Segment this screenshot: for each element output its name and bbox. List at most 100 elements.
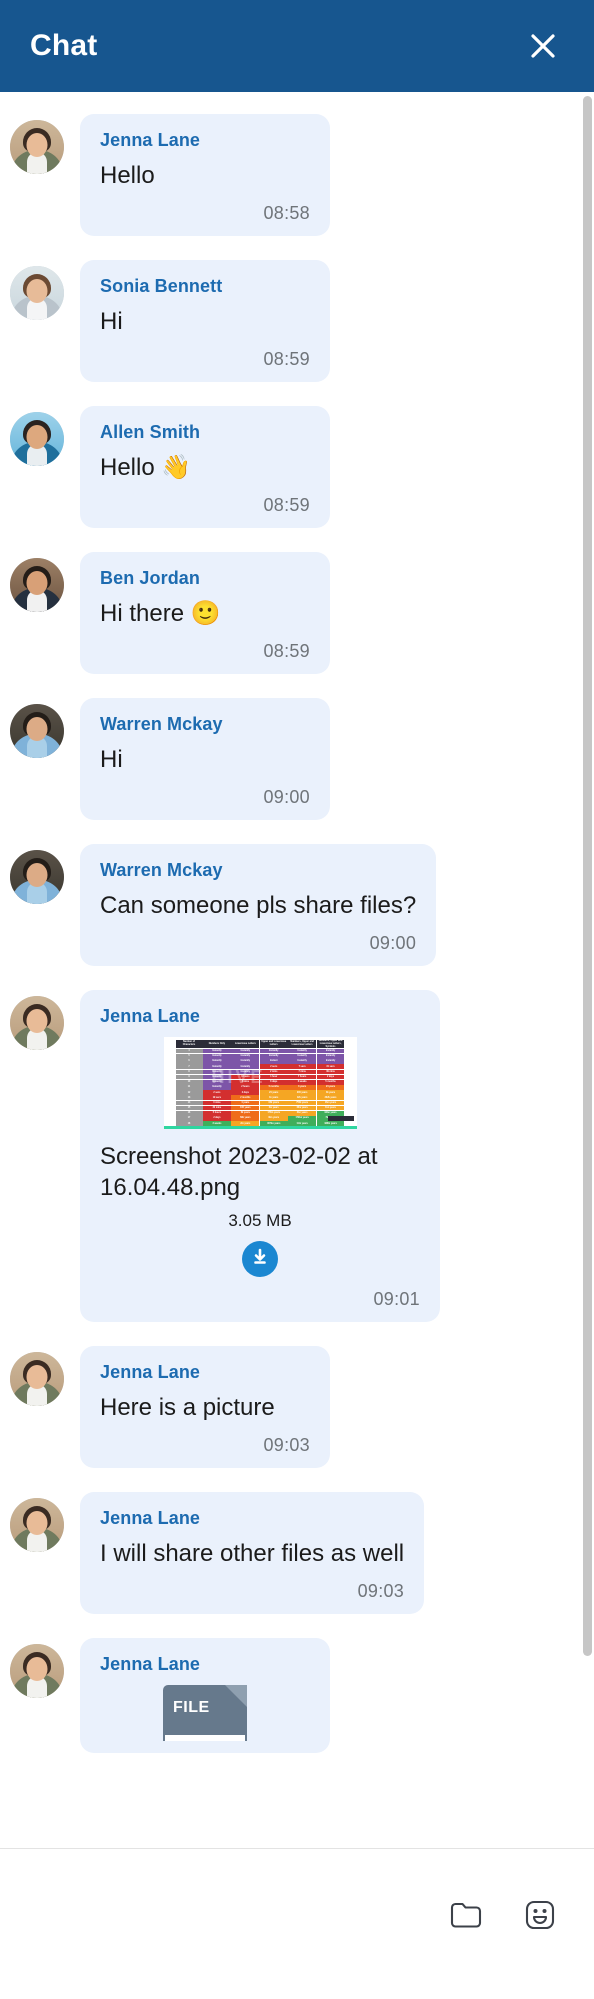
message-row: Warren Mckay Can someone pls share files?… [0,844,594,966]
message-sender: Jenna Lane [100,1362,201,1383]
message-bubble[interactable]: Jenna Lane Number of Characters Numbers O… [80,990,440,1323]
table-cell: 750k years [288,1100,317,1106]
table-cell: 1bn years [316,1105,345,1111]
table-cell: 1k years [259,1095,288,1101]
table-row-number: 11 [175,1085,203,1090]
avatar[interactable] [10,850,64,904]
message-bubble[interactable]: Warren Mckay Hi 09:00 [80,698,330,820]
attach-file-button[interactable] [446,1897,486,1937]
message-bubble[interactable]: Warren Mckay Can someone pls share files?… [80,844,437,966]
message-timestamp: 09:01 [373,1289,420,1310]
message-text: I will share other files as well [100,1540,405,1568]
table-cell: 179bn years [288,1116,317,1121]
message-text: Here is a picture [100,1394,275,1422]
message-bubble[interactable]: Jenna Lane I will share other files as we… [80,1492,425,1615]
scrollbar-track[interactable] [581,92,594,1848]
avatar[interactable] [10,1352,64,1407]
table-header-cell: Numbers, Upper and Lowercase Letters, Sy… [316,1039,345,1049]
avatar[interactable] [10,1644,64,1699]
file-type-label: FILE [173,1699,210,1717]
message-sender: Warren Mckay [100,714,223,734]
message-list-container[interactable]: Jenna Lane Hello 08:58 Sonia Bennett Hi 08:5… [0,92,594,1849]
thumbnail-scrollbar [327,1116,354,1121]
table-cell: 2 hours [231,1085,260,1090]
table-cell: Instantly [231,1064,260,1070]
table-cell: 467bn years [259,1121,288,1126]
table-header-cell: Upper and Lowercase Letters [259,1040,288,1049]
table-cell: 2m years [231,1121,260,1126]
message-sender: Sonia Bennett [100,276,223,296]
table-cell: Instantly [203,1053,231,1059]
table-cell: 2 secs [203,1090,231,1095]
message-bubble[interactable]: Jenna Lane Here is a picture 09:03 [80,1346,330,1469]
avatar[interactable] [10,412,64,466]
folder-icon [449,1900,483,1935]
message-text: Hi there 🙂 [100,600,221,627]
table-row-number: 14 [175,1100,203,1106]
message-row: Ben Jordan Hi there 🙂 08:59 [0,552,594,674]
table-cell: 2 months [231,1095,260,1101]
table-cell: Instantly [231,1059,260,1064]
avatar[interactable] [10,704,64,758]
table-cell: Instantly [231,1069,260,1075]
message-bubble[interactable]: Sonia Bennett Hi 08:59 [80,260,330,382]
table-cell: 438tn years [316,1121,345,1126]
emoji-icon [524,1899,556,1936]
close-button[interactable] [520,23,566,69]
table-cell: Instantly [203,1079,231,1085]
table-cell: Instantly [316,1059,345,1064]
table-cell: 100 years [231,1105,260,1111]
table-cell: 3m years [259,1105,288,1111]
message-timestamp: 08:58 [263,203,310,223]
message-row: Warren Mckay Hi 09:00 [0,698,594,820]
table-cell: Instantly [316,1048,345,1054]
message-timestamp: 08:59 [263,641,310,661]
message-bubble[interactable]: Ben Jordan Hi there 🙂 08:59 [80,552,330,674]
table-cell: 5 months [316,1079,345,1085]
message-row: Jenna Lane FILE [0,1638,594,1754]
table-row-number: 6 [175,1059,203,1064]
attachment-file-name: Screenshot 2023-02-02 at 16.04.48.png [100,1143,378,1202]
table-cell: Instantly [203,1048,231,1054]
table-cell: 7 mins [288,1069,317,1075]
message-bubble[interactable]: Jenna Lane FILE [80,1638,330,1754]
avatar[interactable] [10,996,64,1050]
message-text: Hi [100,308,123,335]
table-cell: Instantly [288,1048,317,1054]
table-cell: Instantly [203,1064,231,1070]
table-cell: 24 years [316,1085,345,1090]
avatar[interactable] [10,266,64,320]
table-row-number: 17 [175,1116,203,1121]
message-sender: Jenna Lane [100,1654,201,1675]
table-row-number: 8 [175,1069,203,1075]
message-row: Sonia Bennett Hi 08:59 [0,260,594,382]
message-bubble[interactable]: Allen Smith Hello 👋 08:59 [80,406,330,528]
table-cell: Instantly [288,1053,317,1059]
table-cell: 200 years [288,1090,317,1095]
message-bubble[interactable]: Jenna Lane Hello 08:58 [80,114,330,236]
message-list: Jenna Lane Hello 08:58 Sonia Bennett Hi 08:5… [0,92,594,1777]
table-cell: 3 weeks [203,1121,231,1126]
table-cell: Instant [259,1059,288,1064]
avatar[interactable] [10,558,64,612]
table-cell: 1 hour [259,1074,288,1080]
table-cell: Instantly [288,1059,317,1064]
attachment-thumbnail[interactable]: Number of Characters Numbers Only Lowercas… [163,1037,357,1129]
scrollbar-thumb[interactable] [583,96,592,1656]
table-cell: 9bn years [259,1116,288,1121]
emoji-picker-button[interactable] [520,1897,560,1937]
table-cell: 4 years [231,1100,260,1106]
table-cell: 69k years [231,1116,260,1121]
avatar[interactable] [10,120,64,174]
table-row-number: 12 [175,1090,203,1095]
download-button[interactable] [242,1241,278,1278]
table-row-number: 4 [175,1048,203,1054]
file-attachment-icon[interactable]: FILE [163,1685,247,1742]
table-cell: 19 secs [203,1095,231,1101]
table-cell: 7 secs [288,1064,317,1070]
avatar[interactable] [10,1498,64,1553]
table-cell: 39 mins [316,1069,345,1075]
table-cell: 12k years [288,1095,317,1101]
table-cell: 64k years [259,1100,288,1106]
message-sender: Warren Mckay [100,860,223,880]
